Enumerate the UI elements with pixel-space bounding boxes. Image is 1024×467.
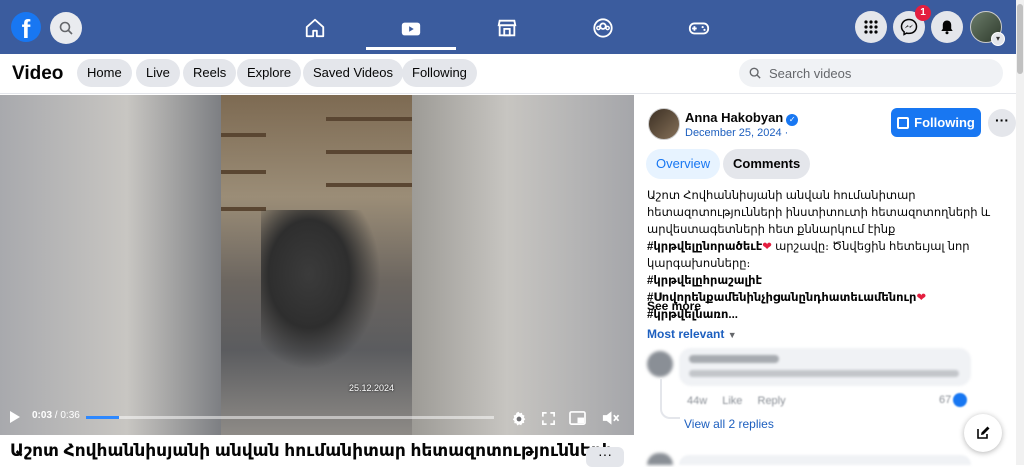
comment-like-button[interactable]: Like	[722, 395, 742, 407]
comment-bubble	[679, 348, 971, 386]
reaction-count: 67	[939, 393, 952, 406]
grid-menu-icon	[864, 20, 878, 34]
time-display: 0:03 / 0:36	[32, 410, 80, 421]
video-people	[261, 210, 381, 370]
compose-icon	[977, 426, 990, 439]
view-replies-link[interactable]: View all 2 replies	[684, 417, 774, 431]
commenter-avatar[interactable]	[647, 351, 673, 377]
gear-icon	[512, 411, 525, 425]
verified-badge-icon: ✓	[786, 114, 799, 126]
menu-button[interactable]	[855, 11, 887, 43]
video-search-input[interactable]: Search videos	[739, 59, 1003, 87]
tab-saved-videos[interactable]: Saved Videos	[303, 59, 403, 87]
bell-icon	[941, 20, 953, 35]
video-date-stamp: 25.12.2024	[349, 383, 395, 393]
following-label: Following	[914, 115, 975, 130]
page-scrollbar[interactable]	[1016, 0, 1024, 465]
muted-speaker-icon	[602, 411, 619, 425]
play-icon[interactable]	[10, 411, 20, 423]
notifications-button[interactable]	[931, 11, 963, 43]
comment-reactions[interactable]: 67	[939, 393, 968, 407]
comment-actions: 44w Like Reply	[687, 395, 798, 407]
tab-home[interactable]: Home	[77, 59, 132, 87]
video-frame: 25.12.2024	[221, 95, 412, 435]
tab-overview[interactable]: Overview	[646, 149, 721, 179]
player-controls: 0:03 / 0:36	[0, 401, 634, 435]
progress-bar[interactable]	[86, 416, 494, 419]
post-description: Աշոտ Հովհաննիսյանի անվան հումանիտար հետա…	[647, 188, 1009, 324]
nav-marketplace[interactable]	[462, 10, 552, 46]
commenter-avatar[interactable]	[647, 453, 673, 465]
author-name-text[interactable]: Anna Hakobyan	[685, 110, 783, 125]
hashtag-link[interactable]: #կրթվելընորածեւէ	[647, 241, 762, 253]
comment-bubble	[679, 455, 971, 465]
see-more-link[interactable]: See more	[647, 299, 701, 313]
post-more-button[interactable]: ···	[988, 109, 1016, 137]
more-options-button[interactable]: ···	[586, 447, 624, 467]
video-subnav: Video Home Live Reels Explore Saved Vide…	[0, 54, 1016, 94]
profile-avatar[interactable]: ▾	[970, 11, 1005, 46]
scrollbar-thumb[interactable]	[1017, 4, 1023, 74]
comment-time[interactable]: 44w	[687, 395, 707, 407]
miniplayer-button[interactable]	[567, 408, 587, 428]
comment-reply-button[interactable]: Reply	[758, 395, 786, 407]
desc-text: Աշոտ Հովհաննիսյանի անվան հումանիտար հետա…	[647, 190, 991, 236]
current-time: 0:03	[32, 410, 53, 421]
comment-sort-dropdown[interactable]: Most relevant ▼	[647, 327, 737, 341]
compose-button[interactable]	[964, 414, 1002, 452]
author-name[interactable]: Anna Hakobyan ✓	[685, 110, 799, 126]
video-player[interactable]: 25.12.2024 0:03 / 0:36	[0, 95, 634, 435]
author-avatar[interactable]	[648, 108, 680, 140]
following-button[interactable]: Following	[891, 108, 981, 137]
nav-home[interactable]	[270, 10, 360, 46]
page-title: Video	[12, 63, 64, 84]
heart-emoji-icon: ❤	[762, 241, 772, 253]
facebook-logo[interactable]: f	[11, 12, 41, 44]
tab-explore[interactable]: Explore	[237, 59, 302, 87]
nav-groups[interactable]	[558, 10, 648, 46]
expand-icon	[541, 411, 555, 425]
caret-down-icon: ▼	[727, 330, 737, 340]
settings-button[interactable]	[508, 408, 528, 428]
progress-fill	[86, 416, 119, 419]
tab-live[interactable]: Live	[136, 59, 180, 87]
fullscreen-button[interactable]	[538, 408, 558, 428]
home-icon	[305, 18, 325, 38]
tab-following[interactable]: Following	[402, 59, 477, 87]
miniplayer-icon	[568, 410, 586, 425]
reply-thread-line	[660, 379, 680, 419]
search-button[interactable]	[50, 12, 82, 44]
gaming-icon	[688, 22, 710, 35]
nav-gaming[interactable]	[654, 10, 744, 46]
nav-video[interactable]	[366, 10, 456, 50]
messenger-button[interactable]: 1	[893, 5, 931, 43]
like-reaction-icon	[953, 393, 968, 407]
heart-emoji-icon: ❤	[916, 292, 927, 304]
sort-label: Most relevant	[647, 327, 725, 341]
following-icon	[897, 116, 910, 129]
hashtag-link[interactable]: #կրթվելըհրաշալիէ	[647, 275, 762, 287]
search-placeholder: Search videos	[769, 65, 852, 81]
post-details-panel: Anna Hakobyan ✓ December 25, 2024 · Follo…	[634, 95, 1016, 465]
groups-icon	[593, 18, 613, 38]
search-icon	[749, 67, 761, 79]
video-title: Աշոտ Հովհաննիսյանի անվան հումանիտար հետա…	[10, 441, 613, 460]
search-icon	[59, 21, 73, 35]
chevron-down-icon: ▾	[991, 32, 1005, 46]
tab-comments[interactable]: Comments	[723, 149, 811, 179]
notification-count-badge: 1	[915, 5, 931, 21]
tab-reels[interactable]: Reels	[183, 59, 237, 87]
duration: 0:36	[60, 410, 80, 421]
video-icon	[401, 22, 421, 35]
marketplace-icon	[497, 19, 517, 37]
messenger-icon	[900, 18, 918, 36]
post-date[interactable]: December 25, 2024 ·	[685, 127, 788, 139]
top-navigation-bar: f 1 ▾	[0, 0, 1016, 54]
mute-button[interactable]	[600, 408, 620, 428]
